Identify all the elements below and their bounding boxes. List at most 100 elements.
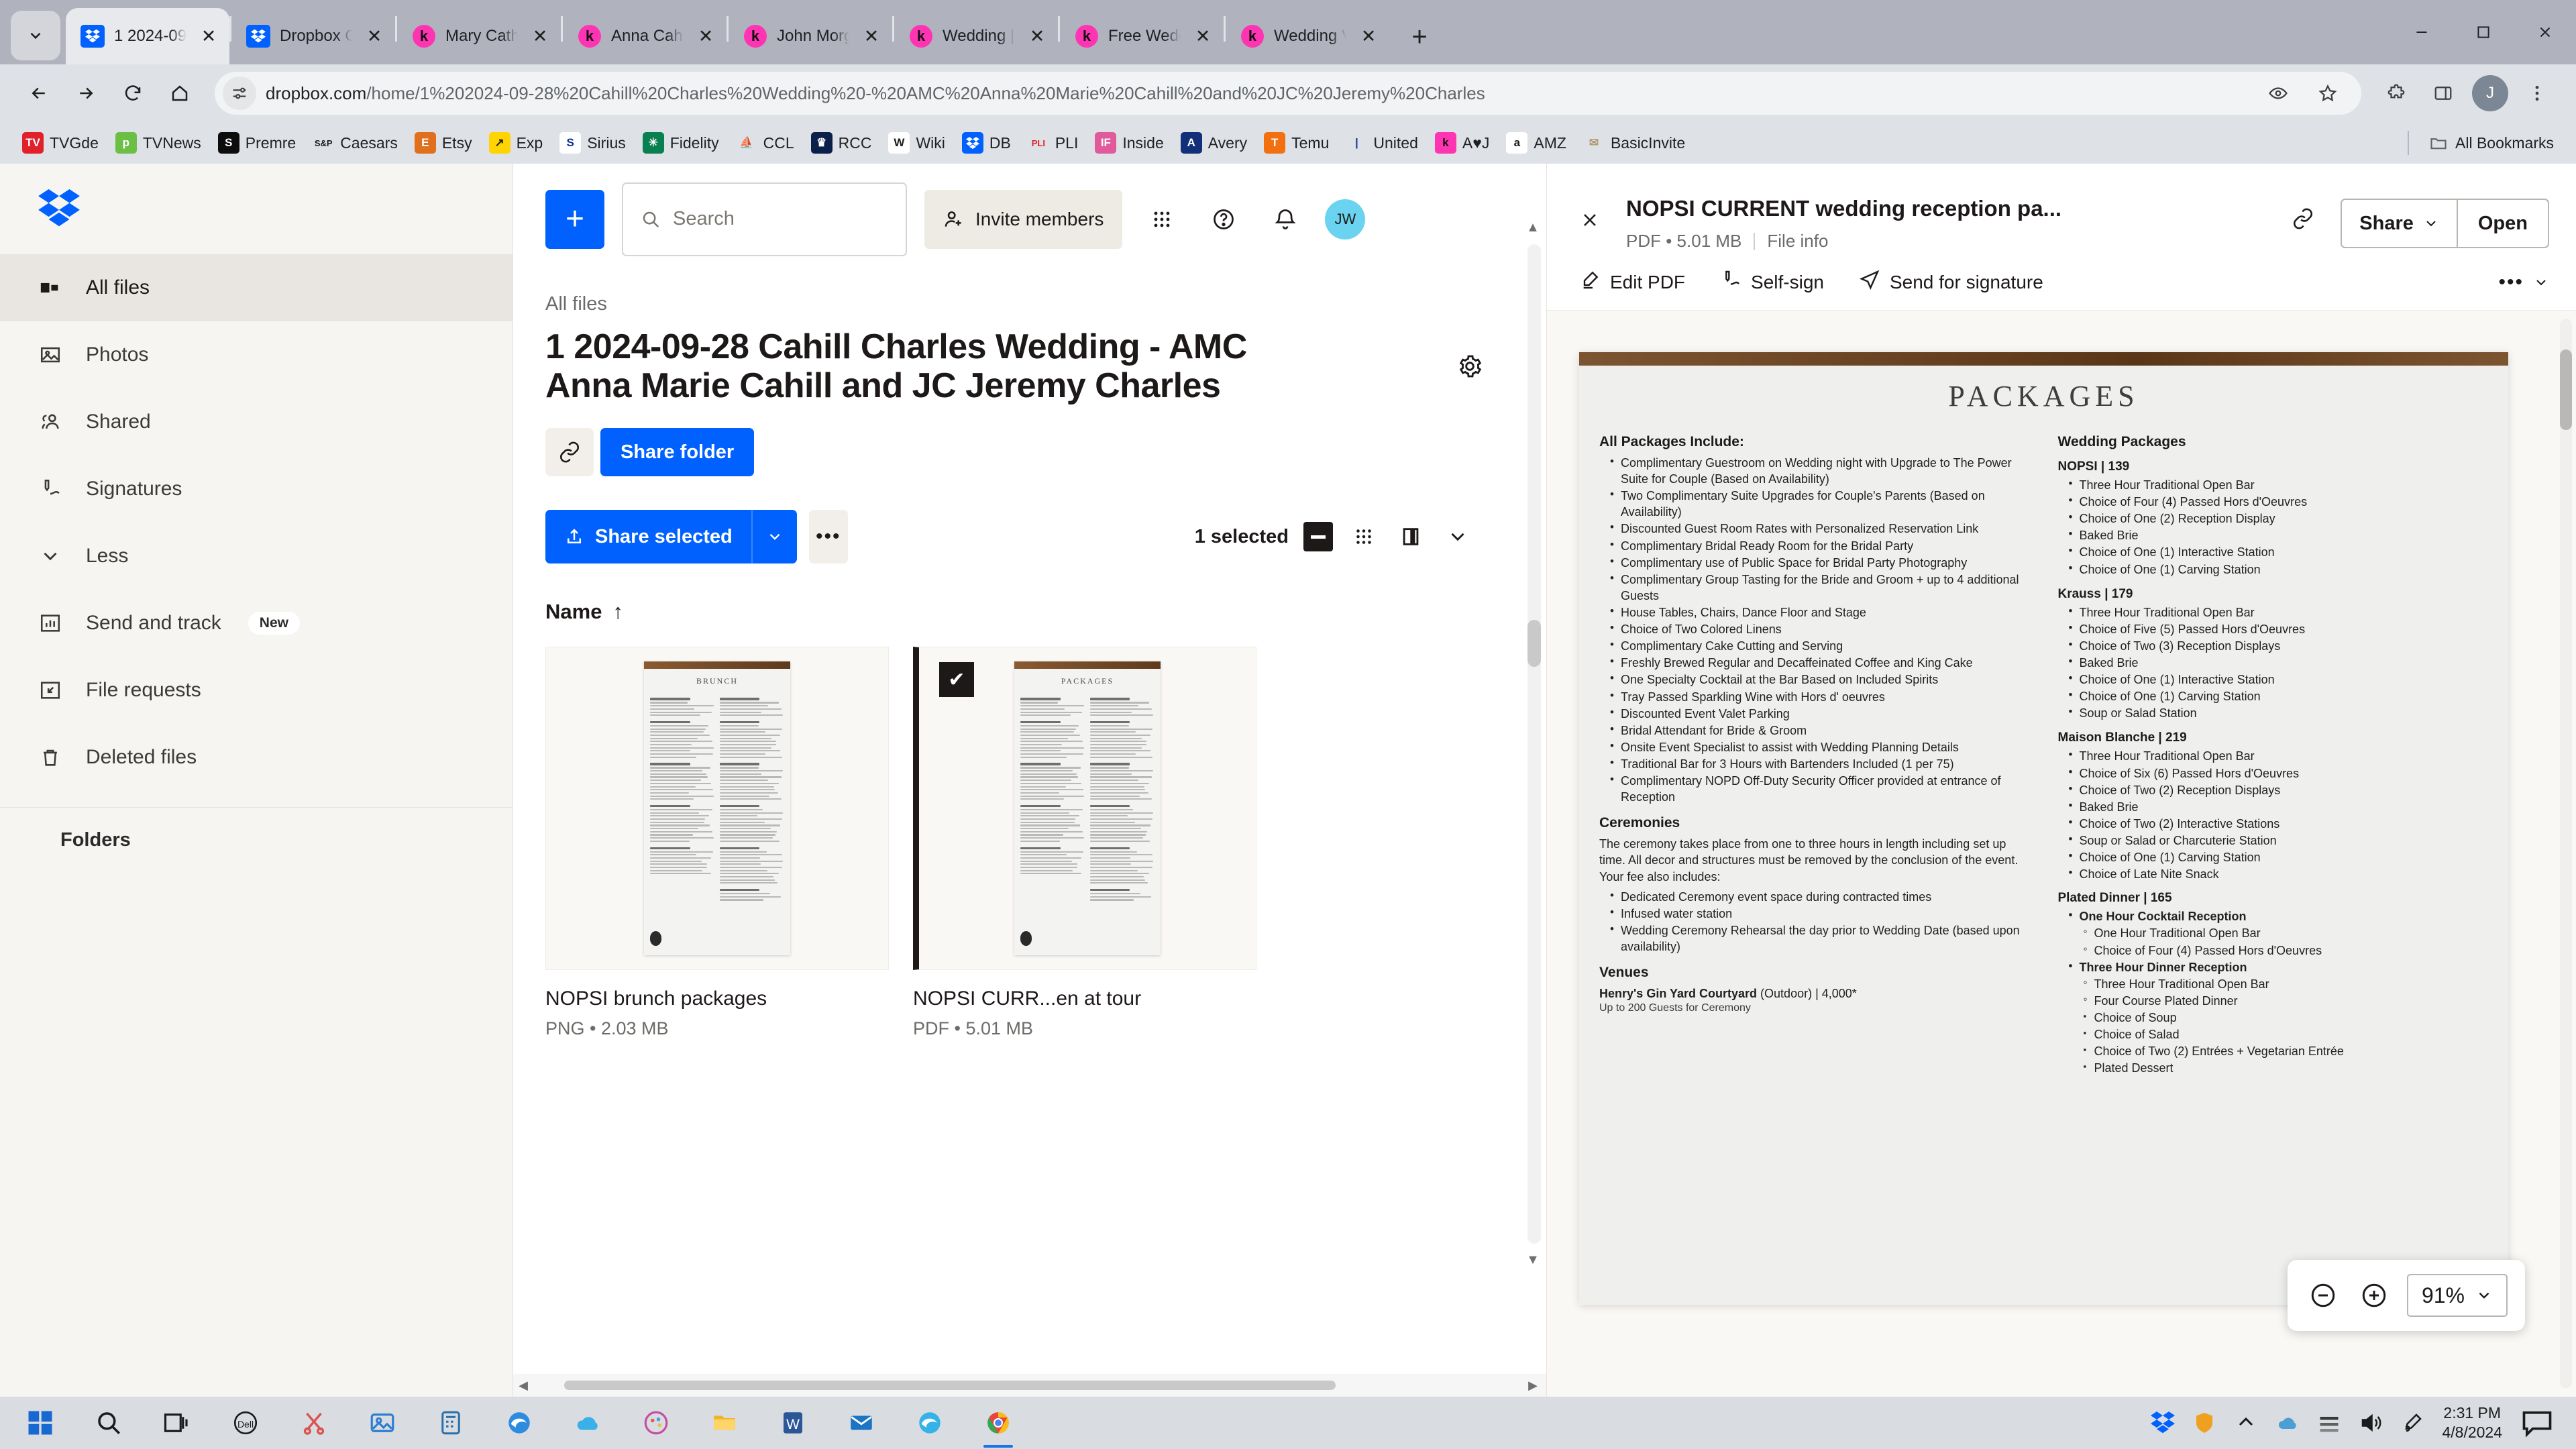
browser-tab[interactable]: kFree Wedding W✕	[1060, 8, 1224, 64]
file-thumbnail[interactable]: BRUNCH	[545, 647, 889, 970]
browser-tab[interactable]: kWedding Venues✕	[1226, 8, 1389, 64]
content-vertical-scrollbar[interactable]: ▲ ▼	[1527, 244, 1541, 1244]
pdf-scroll-thumb[interactable]	[2560, 350, 2572, 430]
paint-button[interactable]	[624, 1397, 688, 1449]
bookmark-item[interactable]: ✳Fidelity	[635, 129, 727, 157]
reload-button[interactable]	[111, 72, 154, 115]
vertical-scroll-thumb[interactable]	[1527, 620, 1541, 667]
zoom-in-button[interactable]	[2356, 1277, 2392, 1313]
preview-copy-link-button[interactable]	[2283, 199, 2323, 239]
calculator-button[interactable]	[419, 1397, 483, 1449]
share-folder-button[interactable]: Share folder	[600, 428, 754, 476]
sidepanel-button[interactable]	[2422, 72, 2465, 115]
tray-overflow-button[interactable]	[2234, 1411, 2258, 1435]
bookmark-item[interactable]: WWiki	[881, 129, 952, 157]
word-button[interactable]: W	[761, 1397, 825, 1449]
photos-app-button[interactable]	[350, 1397, 415, 1449]
bookmark-item[interactable]: aAMZ	[1499, 129, 1574, 157]
tab-close-button[interactable]: ✕	[859, 23, 884, 49]
pdf-scrollbar[interactable]	[2560, 319, 2572, 1389]
sidebar-item-all-files[interactable]: All files	[0, 254, 513, 321]
dell-app-button[interactable]: Dell	[213, 1397, 278, 1449]
tab-close-button[interactable]: ✕	[362, 23, 387, 49]
snip-tool-button[interactable]	[282, 1397, 346, 1449]
scroll-left-arrow[interactable]: ◀	[513, 1379, 533, 1393]
preview-tool-self-sign[interactable]: Self-sign	[1720, 269, 1824, 295]
tray-pen-icon[interactable]	[2400, 1411, 2424, 1435]
tray-volume-icon[interactable]	[2359, 1411, 2383, 1435]
create-new-button[interactable]: +	[545, 190, 604, 249]
browser-tab[interactable]: kJohn Morgan Mc✕	[729, 8, 892, 64]
browser-tab[interactable]: 1 2024-09-28 Ca✕	[66, 8, 229, 64]
all-bookmarks-button[interactable]: All Bookmarks	[2420, 129, 2561, 157]
tray-dropbox-icon[interactable]	[2151, 1411, 2175, 1435]
site-settings-button[interactable]	[223, 76, 256, 110]
file-card[interactable]: BRUNCHNOPSI brunch packagesPNG • 2.03 MB	[545, 647, 889, 1039]
task-view-button[interactable]	[145, 1397, 209, 1449]
dropbox-logo[interactable]	[0, 164, 513, 254]
back-button[interactable]	[17, 72, 60, 115]
scroll-up-arrow[interactable]: ▲	[1525, 220, 1541, 235]
bookmark-item[interactable]: IFInside	[1087, 129, 1171, 157]
start-button[interactable]	[8, 1397, 72, 1449]
zoom-out-button[interactable]	[2305, 1277, 2341, 1313]
address-bar[interactable]: dropbox.com/home/1%202024-09-28%20Cahill…	[215, 72, 2361, 115]
bookmark-item[interactable]: TVTVGde	[15, 129, 106, 157]
share-selected-button[interactable]: Share selected	[545, 510, 751, 564]
more-actions-button[interactable]: •••	[809, 510, 848, 564]
bookmark-item[interactable]: kA♥J	[1428, 129, 1497, 157]
close-window-button[interactable]	[2514, 0, 2576, 64]
taskbar-search-button[interactable]	[76, 1397, 141, 1449]
chrome-menu-button[interactable]	[2516, 72, 2559, 115]
browser-tab[interactable]: kWedding | Wedd✕	[894, 8, 1058, 64]
tab-close-button[interactable]: ✕	[1356, 23, 1381, 49]
file-thumbnail[interactable]: ✔PACKAGES	[913, 647, 1256, 970]
home-button[interactable]	[158, 72, 201, 115]
site-permissions-button[interactable]	[2257, 72, 2300, 115]
grid-view-button[interactable]	[1348, 521, 1380, 553]
bookmark-item[interactable]: ✉BasicInvite	[1576, 129, 1693, 157]
notifications-button[interactable]	[1263, 197, 1307, 241]
apps-grid-button[interactable]	[1140, 197, 1184, 241]
minimize-button[interactable]	[2391, 0, 2453, 64]
taskbar-clock[interactable]: 2:31 PM 4/8/2024	[2442, 1403, 2502, 1442]
bookmark-item[interactable]: ⛵CCL	[729, 129, 802, 157]
column-header-name[interactable]: Name ↑	[545, 600, 1514, 624]
sidebar-item-signatures[interactable]: Signatures	[0, 455, 513, 523]
bookmark-item[interactable]: EEtsy	[407, 129, 480, 157]
bookmark-item[interactable]: S&PCaesars	[305, 129, 405, 157]
browser-tab[interactable]: kMary Catherine B✕	[397, 8, 561, 64]
invite-members-button[interactable]: Invite members	[924, 190, 1122, 249]
tab-search-button[interactable]	[11, 11, 60, 60]
zoom-level-select[interactable]: 91%	[2407, 1274, 2508, 1317]
copy-link-button[interactable]	[545, 428, 594, 476]
preview-more-button[interactable]: •••	[2498, 271, 2549, 294]
file-card[interactable]: ✔PACKAGESNOPSI CURR...en at tourPDF • 5.…	[913, 647, 1256, 1039]
tab-close-button[interactable]: ✕	[527, 23, 553, 49]
tray-network-icon[interactable]	[2317, 1411, 2341, 1435]
mail-button[interactable]	[829, 1397, 894, 1449]
preview-share-button[interactable]: Share	[2341, 199, 2457, 248]
tray-malwarebytes-icon[interactable]	[2192, 1411, 2216, 1435]
help-button[interactable]	[1201, 197, 1246, 241]
tab-close-button[interactable]: ✕	[1190, 23, 1216, 49]
bookmark-item[interactable]: SSirius	[552, 129, 633, 157]
sidebar-item-file-requests[interactable]: File requests	[0, 657, 513, 724]
preview-pane-toggle[interactable]	[1395, 521, 1427, 553]
bookmark-item[interactable]: ↗Exp	[482, 129, 551, 157]
selected-checkbox[interactable]: ✔	[939, 662, 974, 697]
chrome-button[interactable]	[966, 1397, 1030, 1449]
preview-open-button[interactable]: Open	[2457, 199, 2549, 248]
edge-secondary-button[interactable]	[898, 1397, 962, 1449]
bookmark-item[interactable]: ♛RCC	[804, 129, 879, 157]
onedrive-button[interactable]	[555, 1397, 620, 1449]
maximize-button[interactable]	[2453, 0, 2514, 64]
file-info-link[interactable]: File info	[1767, 231, 1828, 252]
sidebar-folders-toggle[interactable]: Folders	[0, 808, 513, 872]
bookmark-item[interactable]: PLIPLI	[1020, 129, 1086, 157]
browser-tab[interactable]: Dropbox Commu✕	[231, 8, 395, 64]
folder-settings-button[interactable]	[1452, 349, 1487, 384]
bookmark-star-button[interactable]	[2306, 72, 2349, 115]
horizontal-scroll-thumb[interactable]	[564, 1381, 1336, 1390]
new-tab-button[interactable]: +	[1399, 16, 1440, 58]
